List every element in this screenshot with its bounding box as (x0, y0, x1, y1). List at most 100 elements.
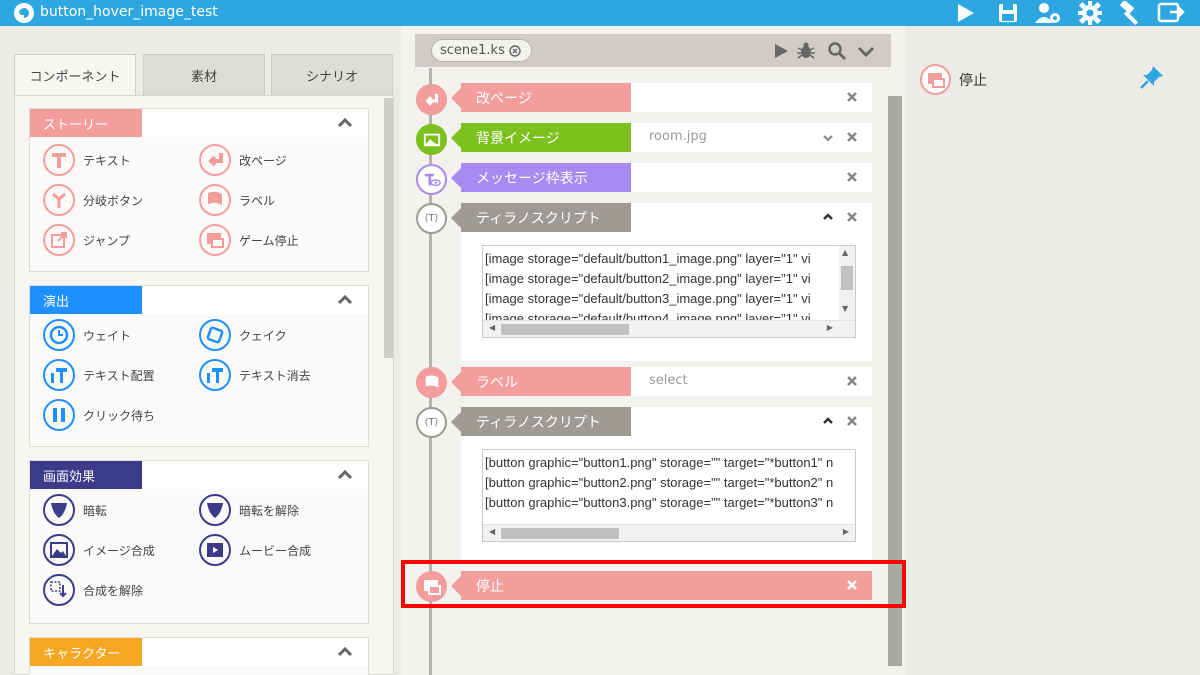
chevron-up-icon[interactable] (822, 415, 834, 427)
flag-icon (416, 367, 447, 398)
film-icon (199, 534, 231, 566)
background-image-icon (416, 124, 447, 155)
scenario-editor: scene1.ks 改ページ 背景イメージ room.jpg メッセージ枠表示 … (401, 26, 906, 675)
close-icon[interactable] (846, 415, 858, 427)
close-icon[interactable] (846, 579, 858, 591)
tag-row-script-1[interactable]: ティラノスクリプト (451, 203, 872, 232)
tag-value: select (649, 373, 688, 388)
chevron-up-icon[interactable] (336, 291, 354, 309)
component-composite-off[interactable]: 合成を解除 (43, 573, 143, 607)
tag-row-script-2[interactable]: ティラノスクリプト (451, 407, 872, 436)
file-tab-scene1[interactable]: scene1.ks (431, 39, 532, 62)
save-icon[interactable] (993, 0, 1023, 26)
tab-scenario[interactable]: シナリオ (271, 54, 393, 95)
close-icon[interactable] (846, 91, 858, 103)
tab-components[interactable]: コンポーネント (14, 54, 136, 96)
branch-icon (43, 184, 75, 216)
image-icon (43, 534, 75, 566)
tag-row-label[interactable]: ラベル select (451, 367, 872, 396)
close-icon[interactable] (509, 44, 521, 57)
text-clear-icon (199, 359, 231, 391)
curtain-icon (43, 494, 75, 526)
composite-off-icon (43, 574, 75, 606)
property-title: 停止 (959, 73, 987, 89)
component-page-break[interactable]: 改ページ (199, 143, 287, 177)
script-editor-1: [image storage="default/button1_image.pn… (461, 232, 872, 361)
category-screen-effect: 画面効果 暗転 暗転を解除 イメージ合成 ムービー合成 合成を解除 (29, 460, 369, 624)
script-hscrollbar[interactable]: ◀ ▶ (483, 320, 855, 337)
category-effect-title: 演出 (30, 286, 142, 314)
component-click-wait[interactable]: クリック待ち (43, 398, 155, 432)
component-wait[interactable]: ウェイト (43, 318, 131, 352)
close-icon[interactable] (846, 131, 858, 143)
component-mask-off[interactable]: 暗転を解除 (199, 493, 299, 527)
jump-icon (43, 224, 75, 256)
script-editor-2: [button graphic="button1.png" storage=""… (461, 436, 872, 561)
return-arrow-icon (416, 84, 447, 115)
export-icon[interactable] (1156, 0, 1186, 26)
close-icon[interactable] (846, 171, 858, 183)
chevron-up-icon[interactable] (336, 643, 354, 661)
script-tag-icon: ⟨T⟩ (416, 203, 447, 234)
play-icon[interactable] (950, 0, 980, 26)
script-textarea-2[interactable]: [button graphic="button1.png" storage=""… (482, 449, 856, 542)
component-game-stop[interactable]: ゲーム停止 (199, 223, 299, 257)
clock-icon (43, 319, 75, 351)
component-movie-composite[interactable]: ムービー合成 (199, 533, 311, 567)
chevron-up-icon[interactable] (336, 114, 354, 132)
user-settings-icon[interactable] (1033, 0, 1063, 26)
component-text[interactable]: テキスト (43, 143, 131, 177)
component-image-composite[interactable]: イメージ合成 (43, 533, 155, 567)
property-panel: 停止 (906, 26, 1200, 675)
component-mask[interactable]: 暗転 (43, 493, 107, 527)
text-t-icon (43, 144, 75, 176)
quake-icon (199, 319, 231, 351)
gear-icon[interactable] (1075, 0, 1105, 26)
tag-row-background[interactable]: 背景イメージ room.jpg (451, 123, 872, 152)
tag-row-page-break[interactable]: 改ページ (451, 83, 872, 112)
file-bar: scene1.ks (415, 34, 891, 67)
close-icon[interactable] (846, 211, 858, 223)
app-title: button_hover_image_test (40, 4, 218, 20)
chevron-up-icon[interactable] (336, 466, 354, 484)
component-branch-button[interactable]: 分岐ボタン (43, 183, 143, 217)
category-character-title: キャラクター (30, 638, 142, 666)
tab-materials[interactable]: 素材 (143, 54, 265, 95)
tag-row-stop[interactable]: 停止 (451, 571, 872, 600)
script-hscrollbar[interactable]: ◀ ▶ (483, 524, 855, 541)
category-character: キャラクター (29, 637, 369, 675)
tag-value: room.jpg (649, 129, 707, 144)
stop-window-icon (199, 224, 231, 256)
return-arrow-icon (199, 144, 231, 176)
script-vscrollbar[interactable]: ▲ ▼ (839, 246, 855, 322)
component-text-clear[interactable]: テキスト消去 (199, 358, 311, 392)
text-position-icon (43, 359, 75, 391)
app-logo-icon (14, 3, 34, 23)
play-icon[interactable] (771, 41, 791, 61)
chevron-up-icon[interactable] (822, 211, 834, 223)
hammer-icon[interactable] (1116, 0, 1146, 26)
stop-window-icon (920, 64, 951, 95)
tag-row-message-window[interactable]: メッセージ枠表示 (451, 163, 872, 192)
chevron-down-icon[interactable] (856, 41, 876, 61)
component-list: ストーリー テキスト 改ページ 分岐ボタン ラベル ジャンプ ゲーム停止 演出 … (14, 95, 394, 675)
category-story-title: ストーリー (30, 109, 142, 137)
script-textarea-1[interactable]: [image storage="default/button1_image.pn… (482, 245, 856, 338)
pause-icon (43, 399, 75, 431)
message-window-icon (416, 164, 447, 195)
component-text-position[interactable]: テキスト配置 (43, 358, 155, 392)
component-panel: コンポーネント 素材 シナリオ ストーリー テキスト 改ページ 分岐ボタン ラベ… (14, 54, 394, 675)
search-icon[interactable] (827, 41, 847, 61)
pin-icon[interactable] (1139, 64, 1165, 90)
curtain-icon (199, 494, 231, 526)
editor-scrollbar[interactable] (888, 96, 902, 666)
component-list-scrollbar[interactable] (384, 98, 393, 358)
component-quake[interactable]: クェイク (199, 318, 287, 352)
component-jump[interactable]: ジャンプ (43, 223, 130, 257)
bug-icon[interactable] (796, 41, 816, 61)
category-effect: 演出 ウェイト クェイク テキスト配置 テキスト消去 クリック待ち (29, 285, 369, 447)
component-label[interactable]: ラベル (199, 183, 275, 217)
close-icon[interactable] (846, 375, 858, 387)
chevron-down-icon[interactable] (822, 132, 834, 144)
title-bar: button_hover_image_test (0, 0, 1200, 26)
